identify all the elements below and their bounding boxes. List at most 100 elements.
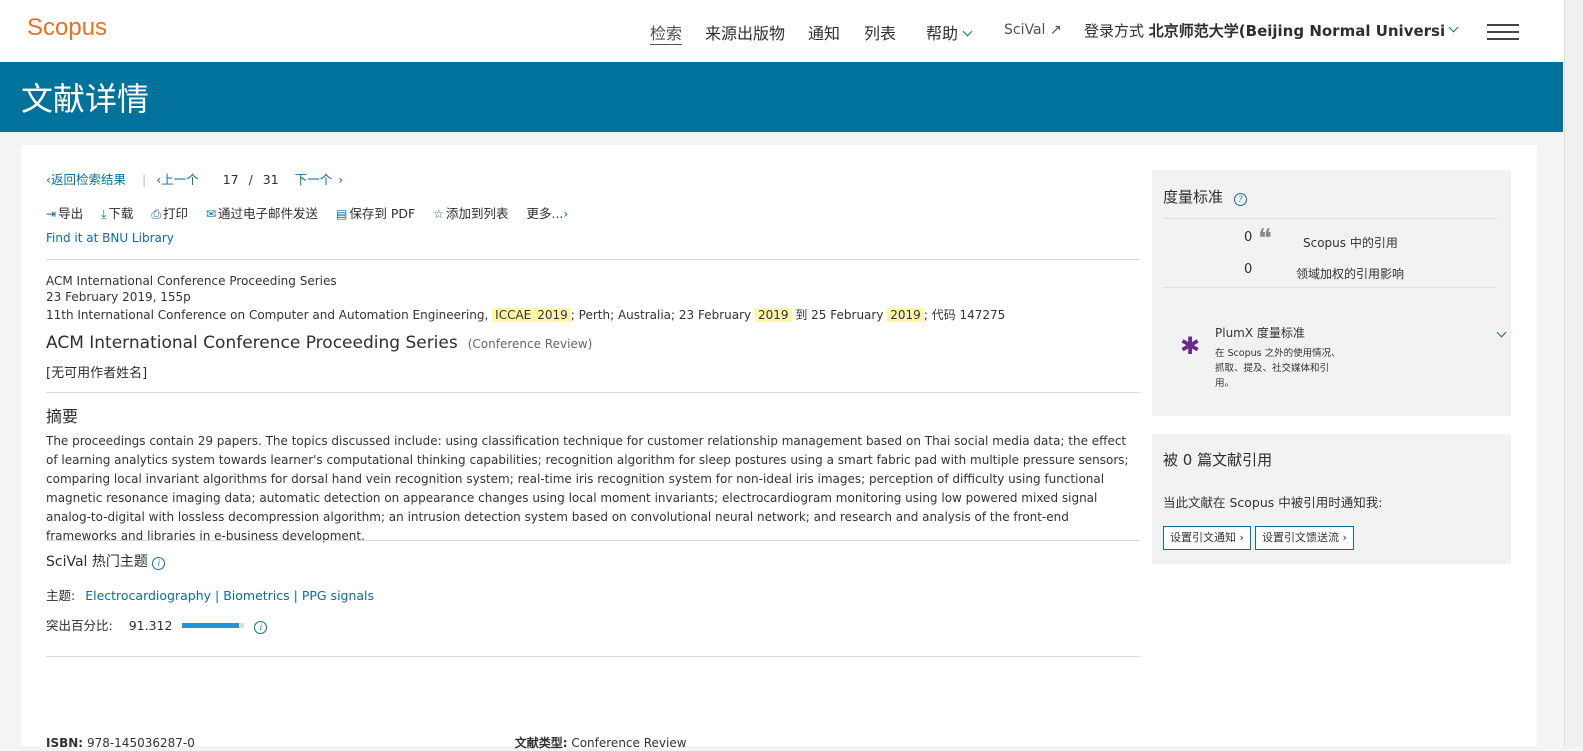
conf-highlight: 2019 <box>887 308 924 322</box>
chevron-down-icon <box>962 26 973 37</box>
back-label: 返回检索结果 <box>51 172 127 187</box>
doctype-label: 文献类型: <box>514 736 568 750</box>
login-institution[interactable]: 登录方式 北京师范大学(Beijing Normal Universi <box>1084 20 1444 41</box>
cited-by-panel: 被 0 篇文献引用 当此文献在 Scopus 中被引用时通知我: 设置引文通知 … <box>1152 434 1511 564</box>
save-pdf-label: 保存到 PDF <box>349 206 416 221</box>
add-to-list-button[interactable]: ☆ 添加到列表 <box>433 203 508 222</box>
divider <box>1163 218 1497 219</box>
source-series: ACM International Conference Proceeding … <box>46 274 337 288</box>
download-button[interactable]: ⤓ 下载 <box>101 203 133 222</box>
info-icon[interactable]: i <box>254 621 268 634</box>
percentile-bar <box>182 623 245 628</box>
find-it-library-link[interactable]: Find it at BNU Library <box>46 231 174 245</box>
result-position: 17 <box>222 172 239 187</box>
citation-label: Scopus 中的引用 <box>1303 236 1398 250</box>
conf-text: ; Perth; Australia; 23 February <box>570 308 752 322</box>
prominence-percentile: 突出百分比: 91.312 i <box>46 615 268 634</box>
hamburger-menu-icon[interactable] <box>1487 24 1519 40</box>
percentile-bar-fill <box>182 623 240 628</box>
position-separator: / <box>248 172 253 187</box>
topic-row: 主题: Electrocardiography | Biometrics | P… <box>46 585 374 604</box>
plumx-title[interactable]: PlumX 度量标准 <box>1215 324 1305 341</box>
cited-by-heading: 被 0 篇文献引用 <box>1163 451 1273 469</box>
export-label: 导出 <box>58 206 84 221</box>
add-to-list-label: 添加到列表 <box>445 206 509 221</box>
email-icon: ✉ <box>205 207 217 221</box>
citation-count[interactable]: 0 <box>1244 230 1252 245</box>
doctype-value: Conference Review <box>571 736 687 750</box>
set-citation-alert-button[interactable]: 设置引文通知 › <box>1163 526 1251 550</box>
abstract-text: The proceedings contain 29 papers. The t… <box>46 434 1129 543</box>
divider: | <box>142 172 147 187</box>
page-title: 文献详情 <box>21 80 150 118</box>
nav-help[interactable]: 帮助 <box>926 20 973 44</box>
document-title: ACM International Conference Proceeding … <box>46 333 592 353</box>
help-icon[interactable]: ? <box>1233 193 1247 206</box>
divider <box>1163 287 1497 288</box>
prev-link[interactable]: ‹上一个 <box>156 172 205 187</box>
quote-icon: ❝ <box>1258 224 1272 253</box>
export-icon: ⇥ <box>46 207 57 221</box>
title-text: ACM International Conference Proceeding … <box>46 333 458 353</box>
source-date-pages: 23 February 2019, 155p <box>46 290 191 304</box>
email-label: 通过电子邮件发送 <box>218 206 319 221</box>
scival-topics-heading: SciVal 热门主题 i <box>46 551 166 571</box>
percentile-label: 突出百分比: <box>46 618 113 633</box>
export-button[interactable]: ⇥ 导出 <box>46 203 83 222</box>
conference-info: 11th International Conference on Compute… <box>46 306 1005 323</box>
download-icon: ⤓ <box>101 207 107 221</box>
bibliographic-info: ISBN: 978-145036287-0 文献类型: Conference R… <box>46 734 687 751</box>
result-total: 31 <box>262 172 279 187</box>
fwci-label: 领域加权的引用影响 <box>1296 267 1405 281</box>
set-citation-feed-button[interactable]: 设置引文馈送流 › <box>1255 526 1354 550</box>
email-button[interactable]: ✉ 通过电子邮件发送 <box>206 203 318 222</box>
more-label: 更多... <box>526 206 564 221</box>
scival-heading-text: SciVal 热门主题 <box>46 554 148 570</box>
print-label: 打印 <box>162 206 188 221</box>
vertical-scrollbar[interactable] <box>1564 0 1583 746</box>
chevron-down-icon[interactable] <box>1448 22 1459 33</box>
next-label: 下一个 <box>294 172 333 187</box>
scopus-logo[interactable]: Scopus <box>27 14 107 42</box>
print-icon: ⎙ <box>151 207 161 221</box>
chevron-down-icon[interactable] <box>1496 327 1507 338</box>
fwci-value: 0 <box>1244 262 1253 277</box>
save-pdf-button[interactable]: ▤ 保存到 PDF <box>336 203 415 222</box>
plumx-desc: 在 Scopus 之外的使用情况、 <box>1215 348 1341 359</box>
isbn-label: ISBN: <box>46 736 84 750</box>
nav-search[interactable]: 检索 <box>650 20 682 44</box>
print-button[interactable]: ⎙ 打印 <box>151 203 188 222</box>
star-icon: ☆ <box>433 207 444 221</box>
divider <box>46 540 1140 541</box>
nav-alerts[interactable]: 通知 <box>808 20 840 44</box>
metrics-heading-text: 度量标准 <box>1163 188 1224 206</box>
conf-highlight: ICCAE <box>492 308 535 322</box>
back-to-results-link[interactable]: ‹返回检索结果 <box>46 172 132 187</box>
notify-text: 当此文献在 Scopus 中被引用时通知我: <box>1163 495 1383 510</box>
conf-text: 11th International Conference on Compute… <box>46 308 489 322</box>
plumx-desc: 抓取、提及、社交媒体和引 <box>1215 363 1330 374</box>
nav-scival[interactable]: SciVal ↗ <box>1004 22 1062 38</box>
info-icon[interactable]: i <box>152 557 166 570</box>
page-banner: 文献详情 <box>0 62 1563 132</box>
metrics-panel: 度量标准 ? 0 ❝ Scopus 中的引用 0 领域加权的引用影响 ✱ Plu… <box>1152 170 1511 416</box>
topic-links[interactable]: Electrocardiography | Biometrics | PPG s… <box>85 588 374 603</box>
pdf-icon: ▤ <box>336 207 348 221</box>
login-prefix: 登录方式 <box>1084 22 1145 40</box>
nav-lists[interactable]: 列表 <box>864 20 896 44</box>
conf-highlight: 2019 <box>534 308 571 322</box>
next-link[interactable]: 下一个 › <box>295 172 344 187</box>
document-details-panel: ‹返回检索结果 | ‹上一个 17 / 31 下一个 › ⇥ 导出 ⤓ 下载 ⎙ 打印 … <box>21 145 1537 750</box>
divider <box>46 656 1140 657</box>
metrics-heading: 度量标准 ? <box>1163 186 1247 207</box>
divider <box>46 259 1140 260</box>
nav-sources[interactable]: 来源出版物 <box>705 20 785 44</box>
isbn-value: 978-145036287-0 <box>86 736 195 750</box>
result-navigation: ‹返回检索结果 | ‹上一个 17 / 31 下一个 › <box>46 169 349 188</box>
prev-label: 上一个 <box>161 172 199 187</box>
action-toolbar: ⇥ 导出 ⤓ 下载 ⎙ 打印 ✉ 通过电子邮件发送 ▤ 保存到 PDF ☆ 添加到列表 更多… <box>46 203 582 222</box>
institution-name: 北京师范大学(Beijing Normal Universi <box>1148 22 1444 40</box>
more-button[interactable]: 更多...› <box>526 203 568 222</box>
percentile-value: 91.312 <box>128 618 173 633</box>
document-type: (Conference Review) <box>467 337 593 351</box>
